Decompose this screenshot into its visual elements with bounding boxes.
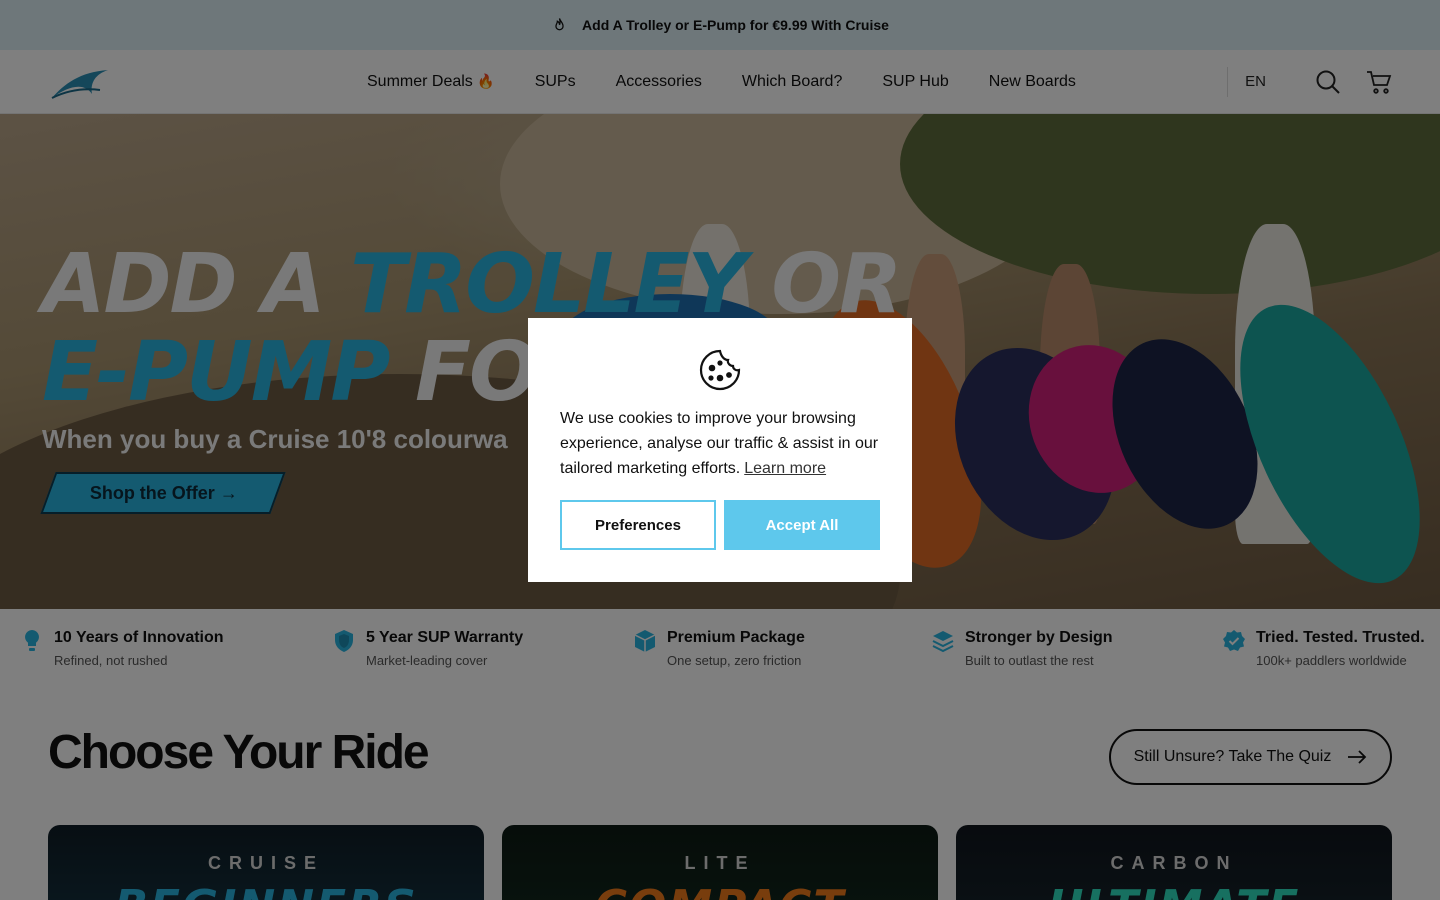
accept-all-button[interactable]: Accept All: [724, 500, 880, 550]
cookie-message: We use cookies to improve your browsing …: [560, 410, 879, 477]
learn-more-link[interactable]: Learn more: [744, 460, 826, 477]
cookie-consent-modal: We use cookies to improve your browsing …: [528, 318, 912, 582]
preferences-button[interactable]: Preferences: [560, 500, 716, 550]
cookie-icon: [699, 349, 741, 391]
